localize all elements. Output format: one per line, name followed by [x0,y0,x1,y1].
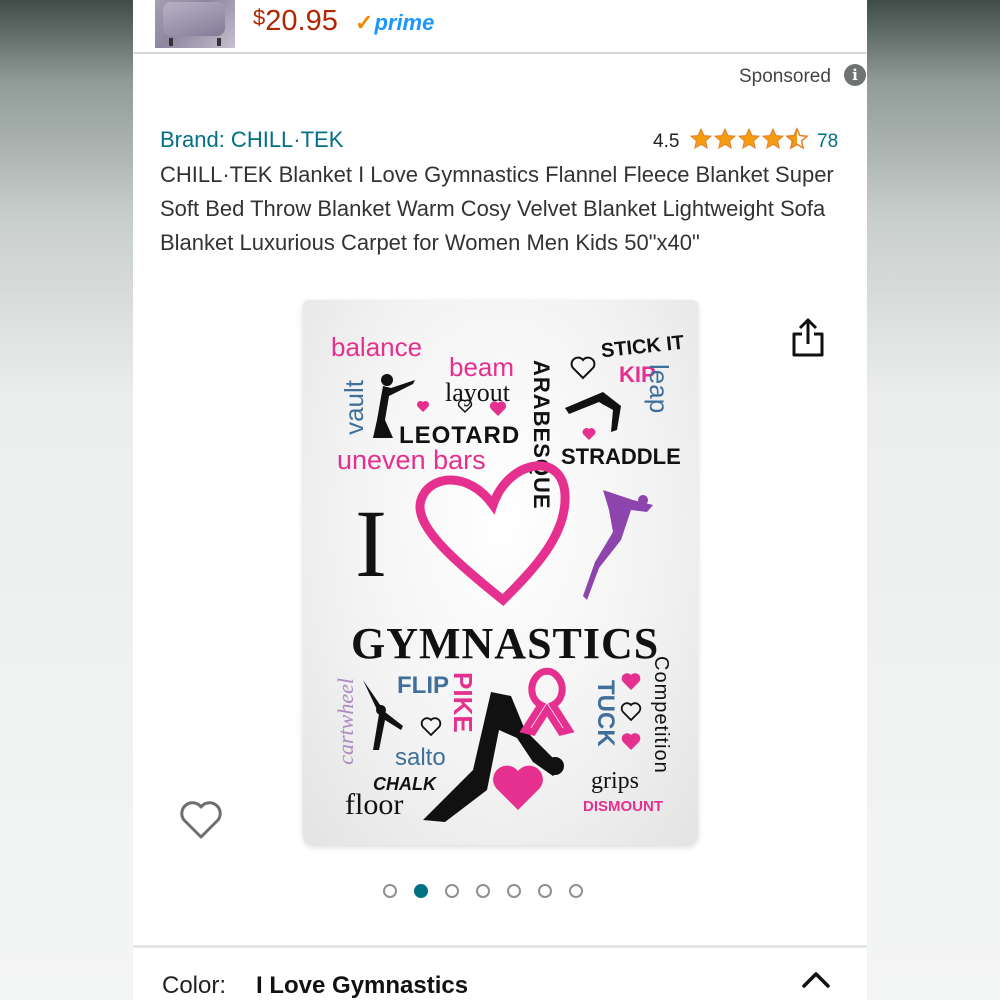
divider [133,945,867,948]
star-icon [690,128,808,149]
image-word: vault [339,380,369,435]
carousel-dot[interactable] [414,884,428,898]
image-word: balance [331,332,423,362]
product-thumbnail[interactable] [155,0,235,48]
chevron-up-icon[interactable] [801,970,831,995]
color-value: I Love Gymnastics [256,972,469,999]
product-image[interactable]: balance beam layout ARABESQUE STICK IT K… [303,300,698,845]
image-word: TUCK [592,680,619,747]
review-count-link[interactable]: 78 [817,131,838,153]
image-word: Competition [650,656,672,774]
carousel-dot[interactable] [383,884,397,898]
carousel-dot[interactable] [476,884,490,898]
image-word: GYMNASTICS [351,619,660,668]
share-icon[interactable] [791,318,825,363]
image-word: grips [591,768,639,794]
carousel-dot[interactable] [569,884,583,898]
sponsored-label: Sponsored [739,66,831,87]
previous-product-strip[interactable]: $20.95 ✓prime [133,0,867,54]
image-word: floor [345,788,404,821]
image-carousel-dots[interactable] [383,884,583,898]
image-word: I [355,490,387,597]
image-word: cartwheel [333,678,358,765]
image-word: ARABESQUE [529,360,554,510]
product-title[interactable]: CHILL·TEK Blanket I Love Gymnastics Flan… [160,158,850,260]
image-word: uneven bars [337,445,486,475]
product-price: $20.95 [253,5,338,38]
prime-label: prime [374,10,435,35]
image-word: STRADDLE [561,444,681,469]
color-label: Color: [162,972,227,999]
price-currency: $ [253,5,266,30]
carousel-dot[interactable] [445,884,459,898]
carousel-dot[interactable] [538,884,552,898]
prime-check-icon: ✓ [355,10,374,35]
image-word: PIKE [448,672,478,733]
prime-badge: ✓prime [355,10,434,36]
product-panel: $20.95 ✓prime Sponsored i Brand: CHILL·T… [133,0,867,1000]
info-icon[interactable]: i [844,64,866,86]
rating-number: 4.5 [653,131,680,152]
carousel-dot[interactable] [507,884,521,898]
image-word: STICK IT [600,331,686,363]
image-word: salto [395,744,446,771]
price-value: 20.95 [265,5,338,37]
image-word: layout [445,378,510,407]
image-word: FLIP [397,672,449,699]
brand-link[interactable]: Brand: CHILL·TEK [160,127,343,153]
heart-icon[interactable] [179,800,223,845]
star-rating[interactable] [689,127,814,158]
image-word: DISMOUNT [583,798,663,815]
image-word: leap [644,364,674,414]
